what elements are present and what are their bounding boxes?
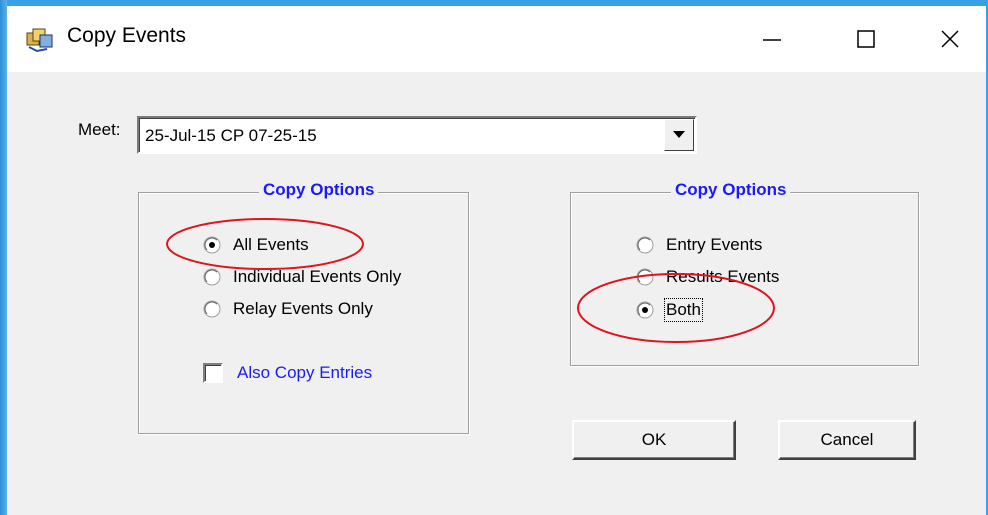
checkbox-box [203, 363, 223, 383]
copy-options-right-title: Copy Options [671, 180, 791, 200]
copy-events-dialog: Copy Events Meet: 25-Jul-15 CP 07-25-15 … [0, 0, 988, 515]
radio-both[interactable]: Both [636, 298, 703, 322]
radio-checked-icon [203, 236, 221, 254]
radio-entry-events[interactable]: Entry Events [636, 235, 762, 255]
radio-relay-events[interactable]: Relay Events Only [203, 299, 373, 319]
radio-checked-icon [636, 301, 654, 319]
radio-individual-events[interactable]: Individual Events Only [203, 267, 401, 287]
radio-unchecked-icon [636, 268, 654, 286]
close-button[interactable] [913, 6, 986, 72]
app-icon [26, 28, 53, 53]
radio-all-events[interactable]: All Events [203, 235, 309, 255]
radio-label-relay-events: Relay Events Only [233, 299, 373, 318]
chevron-down-icon [673, 131, 685, 138]
close-icon [940, 30, 959, 48]
meet-dropdown-button[interactable] [664, 119, 694, 151]
meet-label: Meet: [78, 120, 121, 139]
meet-selected-value: 25-Jul-15 CP 07-25-15 [145, 126, 317, 145]
copy-options-left-title: Copy Options [259, 180, 379, 200]
maximize-button[interactable] [819, 6, 913, 72]
window-title: Copy Events [67, 24, 187, 47]
radio-label-entry-events: Entry Events [666, 235, 763, 254]
radio-results-events[interactable]: Results Events [636, 267, 779, 287]
also-copy-entries-label: Also Copy Entries [237, 363, 373, 382]
also-copy-entries-checkbox[interactable]: Also Copy Entries [203, 363, 372, 383]
minimize-button[interactable] [725, 6, 819, 72]
radio-unchecked-icon [636, 236, 654, 254]
radio-label-both: Both [664, 298, 703, 322]
radio-label-all-events: All Events [233, 235, 309, 254]
radio-unchecked-icon [203, 300, 221, 318]
window-border-left [0, 0, 7, 515]
radio-label-individual-events: Individual Events Only [233, 267, 402, 286]
radio-label-results-events: Results Events [666, 267, 780, 286]
ok-button[interactable]: OK [572, 420, 736, 460]
meet-dropdown[interactable]: 25-Jul-15 CP 07-25-15 [137, 116, 697, 154]
cancel-button[interactable]: Cancel [778, 420, 916, 460]
radio-unchecked-icon [203, 268, 221, 286]
maximize-icon [857, 30, 875, 48]
minimize-icon [763, 39, 781, 41]
